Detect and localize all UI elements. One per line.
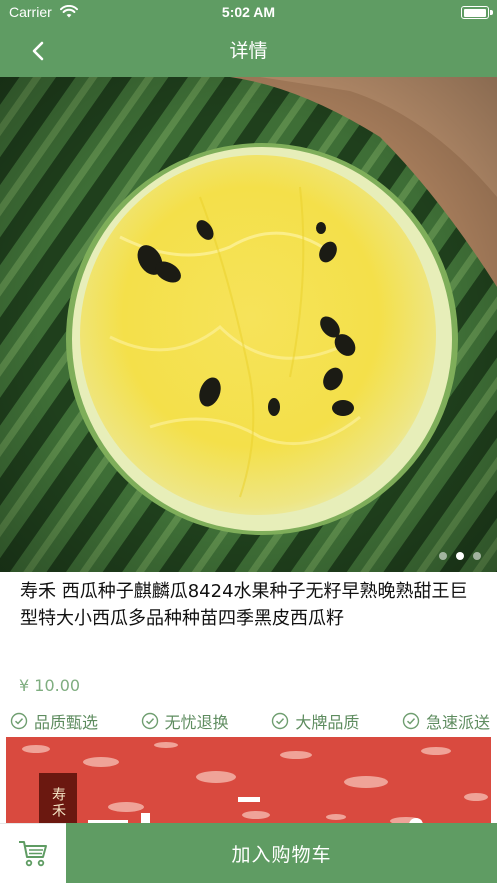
feature-item: 品质甄选 xyxy=(10,708,98,734)
feature-label: 大牌品质 xyxy=(295,713,360,732)
check-circle-icon xyxy=(402,712,420,730)
status-time: 5:02 AM xyxy=(221,4,276,20)
check-circle-icon xyxy=(141,712,158,730)
page-title: 详情 xyxy=(229,40,268,62)
product-detail-banner: 寿禾 xyxy=(6,737,491,829)
add-to-cart-button[interactable]: 加入购物车 xyxy=(66,823,497,883)
carousel-dot-active[interactable] xyxy=(456,552,464,560)
shopping-cart-icon xyxy=(19,840,47,866)
feature-label: 无忧退换 xyxy=(164,713,229,732)
feature-item: 大牌品质 xyxy=(271,708,359,734)
status-bar: Carrier 5:02 AM xyxy=(0,0,497,26)
service-features: 品质甄选 无忧退换 大牌品质 急速派送 xyxy=(10,708,490,734)
feature-item: 急速派送 xyxy=(402,708,490,734)
carousel-dot[interactable] xyxy=(439,552,447,560)
cart-button[interactable] xyxy=(0,823,66,883)
check-circle-icon xyxy=(272,712,289,730)
navigation-header: Carrier 5:02 AM 详情 xyxy=(0,0,497,77)
product-price: ¥ 10.00 xyxy=(19,676,81,695)
carousel-indicator xyxy=(439,552,481,560)
product-title: 寿禾 西瓜种子麒麟瓜8424水果种子无籽早熟晚熟甜王巨型特大小西瓜多品种种苗四季… xyxy=(20,581,468,629)
check-circle-icon xyxy=(10,712,28,730)
feature-label: 品质甄选 xyxy=(34,713,99,732)
carousel-dot[interactable] xyxy=(473,552,481,560)
bottom-action-bar: 加入购物车 xyxy=(0,823,497,883)
feature-item: 无忧退换 xyxy=(141,708,229,734)
watermelon-flesh-texture xyxy=(6,737,491,829)
brand-seal-logo: 寿禾 xyxy=(39,773,77,829)
watermelon-photo xyxy=(0,77,497,572)
feature-label: 急速派送 xyxy=(425,713,490,732)
battery-icon xyxy=(461,6,493,19)
product-image-carousel[interactable] xyxy=(0,77,497,572)
